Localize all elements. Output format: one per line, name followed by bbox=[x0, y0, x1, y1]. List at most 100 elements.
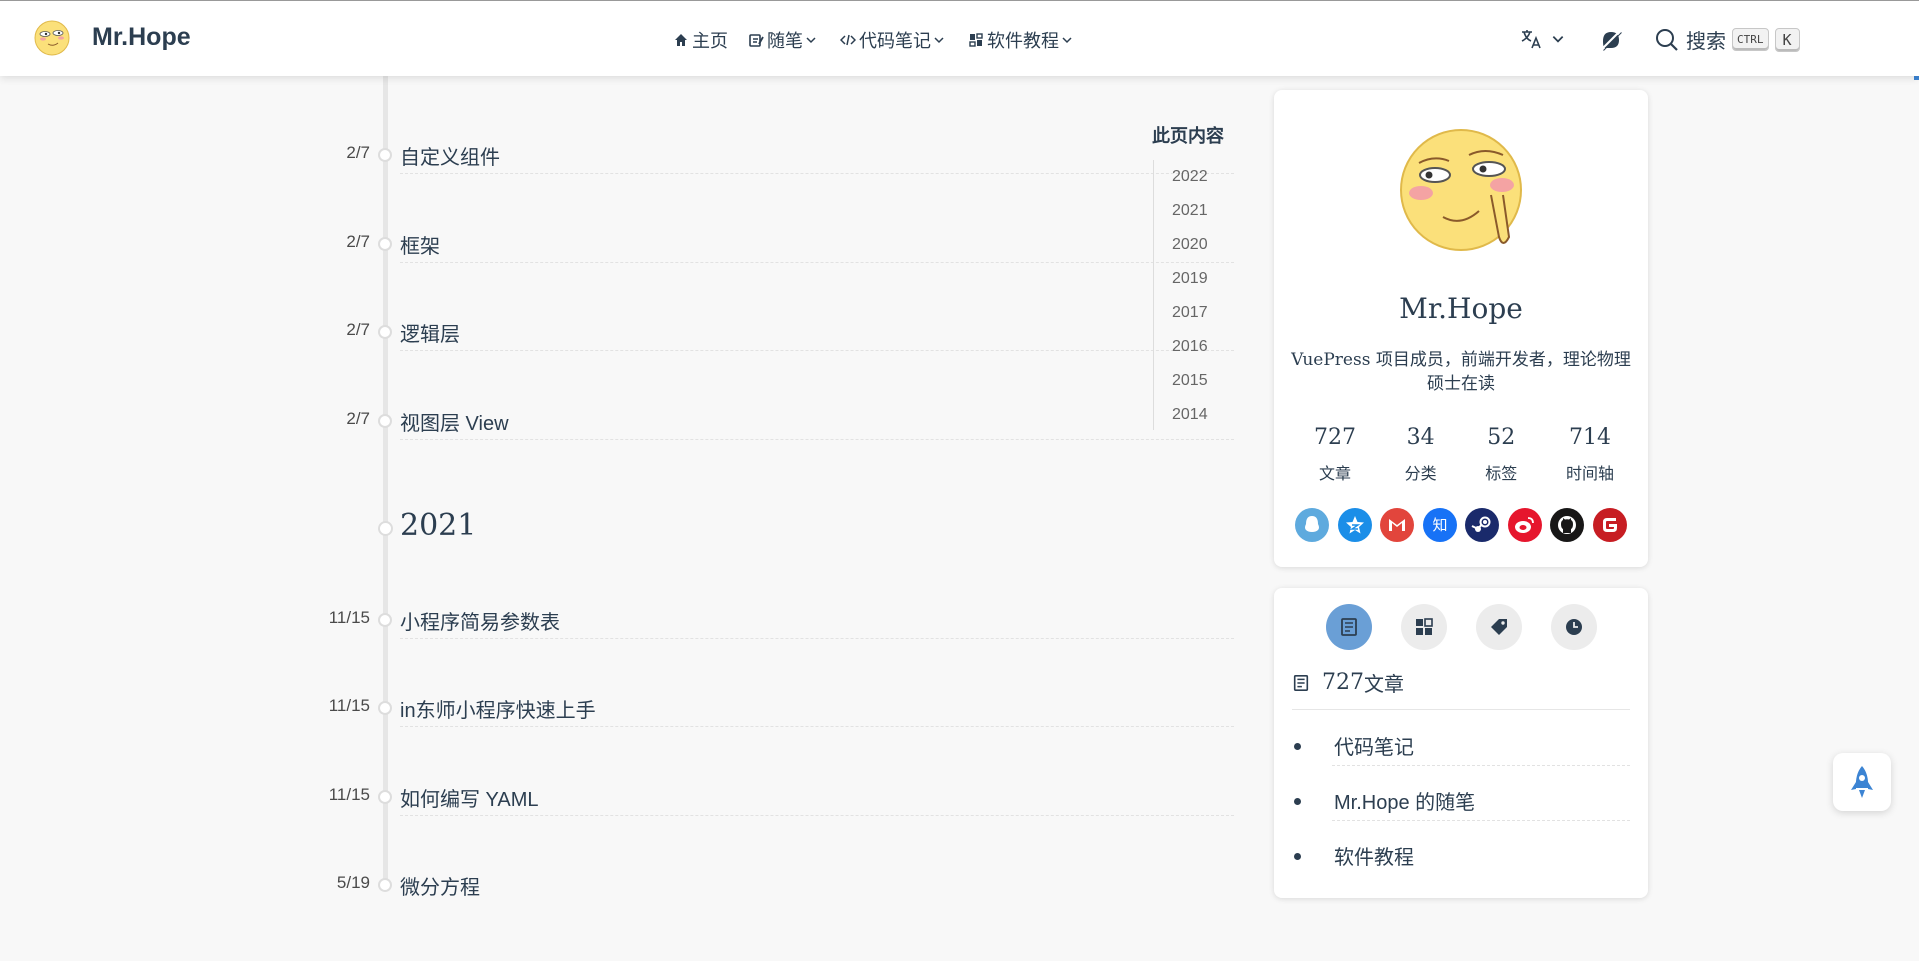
toc-item-2015[interactable]: 2015 bbox=[1172, 364, 1208, 398]
tab-articles[interactable] bbox=[1326, 604, 1372, 650]
timeline-title[interactable]: 框架 bbox=[400, 230, 440, 259]
toc-item-2019[interactable]: 2019 bbox=[1172, 262, 1208, 296]
list-item[interactable]: 代码笔记 bbox=[1290, 731, 1630, 786]
nav-home[interactable]: 主页 bbox=[673, 27, 728, 53]
list-item-label[interactable]: 代码笔记 bbox=[1334, 731, 1414, 760]
search-label: 搜索 bbox=[1686, 31, 1726, 53]
stat-number: 727 bbox=[1314, 425, 1356, 450]
profile-card: Mr.Hope VuePress 项目成员，前端开发者，理论物理硕士在读 727… bbox=[1274, 90, 1648, 567]
qzone-icon[interactable] bbox=[1337, 508, 1372, 542]
nav-essay[interactable]: 随笔 bbox=[748, 27, 820, 53]
bullet bbox=[1294, 798, 1301, 805]
timeline-dot bbox=[378, 613, 392, 627]
divider bbox=[400, 815, 1234, 816]
social-links: 知 bbox=[1295, 508, 1635, 542]
toc-item-2022[interactable]: 2022 bbox=[1172, 160, 1208, 194]
timeline-date: 2/7 bbox=[346, 320, 370, 339]
list-item[interactable]: Mr.Hope 的随笔 bbox=[1290, 786, 1630, 841]
timeline-dot bbox=[378, 148, 392, 162]
gmail-icon[interactable] bbox=[1380, 508, 1414, 542]
timeline-date: 11/15 bbox=[328, 696, 370, 715]
timeline-date: 11/15 bbox=[328, 785, 370, 804]
stat-label: 标签 bbox=[1485, 466, 1518, 483]
timeline-title[interactable]: 小程序简易参数表 bbox=[400, 606, 560, 635]
timeline-item[interactable]: 11/15 小程序简易参数表 bbox=[300, 608, 1234, 696]
timeline-item[interactable]: 5/19 微分方程 bbox=[300, 873, 1234, 961]
stat-articles[interactable]: 727 文章 bbox=[1314, 425, 1356, 484]
info-count: 727 bbox=[1322, 670, 1364, 695]
timeline-item[interactable]: 2/7 自定义组件 bbox=[300, 143, 1234, 231]
nav-software[interactable]: 软件教程 bbox=[968, 27, 1076, 53]
stat-timeline[interactable]: 714 时间轴 bbox=[1566, 425, 1614, 484]
divider bbox=[400, 262, 1234, 263]
timeline-item[interactable]: 2/7 视图层 View bbox=[300, 409, 1234, 497]
divider bbox=[1332, 765, 1630, 766]
stat-number: 714 bbox=[1568, 425, 1611, 450]
list-item-label[interactable]: 软件教程 bbox=[1334, 841, 1414, 870]
note-icon bbox=[749, 34, 764, 47]
qq-icon[interactable] bbox=[1295, 508, 1329, 542]
toc-item-2021[interactable]: 2021 bbox=[1172, 194, 1208, 228]
blog-info-card: 727 文章 代码笔记 Mr.Hope 的随笔 软件教程 bbox=[1274, 588, 1648, 898]
language-switcher[interactable] bbox=[1519, 27, 1565, 51]
toc-item-2020[interactable]: 2020 bbox=[1172, 228, 1208, 262]
nav-essay-label: 随笔 bbox=[767, 31, 803, 51]
timeline-item[interactable]: 11/15 如何编写 YAML bbox=[300, 785, 1234, 873]
avatar[interactable] bbox=[1399, 125, 1523, 255]
stat-tags[interactable]: 52 标签 bbox=[1485, 425, 1517, 484]
profile-description: VuePress 项目成员，前端开发者，理论物理硕士在读 bbox=[1291, 350, 1631, 394]
timeline-dot bbox=[378, 878, 392, 892]
timeline-item[interactable]: 2/7 逻辑层 bbox=[300, 320, 1234, 408]
toc-item-2016[interactable]: 2016 bbox=[1172, 330, 1208, 364]
profile-stats: 727 文章 34 分类 52 标签 714 时间轴 bbox=[1314, 425, 1614, 484]
tab-categories[interactable] bbox=[1401, 604, 1447, 650]
bullet bbox=[1294, 743, 1301, 750]
stat-label: 分类 bbox=[1404, 466, 1437, 483]
timeline-item[interactable]: 11/15 in东师小程序快速上手 bbox=[300, 696, 1234, 784]
theme-toggle[interactable] bbox=[1599, 29, 1623, 56]
list-item-label[interactable]: Mr.Hope 的随笔 bbox=[1334, 786, 1475, 815]
divider bbox=[400, 439, 1234, 440]
timeline-dot bbox=[378, 414, 392, 428]
stat-number: 34 bbox=[1406, 425, 1435, 450]
stat-categories[interactable]: 34 分类 bbox=[1405, 425, 1437, 484]
search-button[interactable]: 搜索 CTRL K bbox=[1654, 25, 1800, 54]
theme-icon bbox=[1601, 30, 1622, 51]
brand-logo-icon bbox=[34, 20, 70, 56]
toc-item-2017[interactable]: 2017 bbox=[1172, 296, 1208, 330]
timeline-item[interactable]: 2/7 框架 bbox=[300, 232, 1234, 320]
chevron-down-icon bbox=[806, 37, 816, 44]
timeline-title[interactable]: in东师小程序快速上手 bbox=[400, 694, 596, 723]
tab-timeline[interactable] bbox=[1551, 604, 1597, 650]
toc-title: 此页内容 bbox=[1152, 126, 1224, 146]
toc-item-2014[interactable]: 2014 bbox=[1172, 398, 1208, 432]
nav-code-notes[interactable]: 代码笔记 bbox=[840, 27, 948, 53]
timeline-title[interactable]: 视图层 View bbox=[400, 407, 509, 436]
zhihu-icon[interactable]: 知 bbox=[1422, 508, 1457, 542]
rocket-icon bbox=[1851, 766, 1873, 798]
category-list: 代码笔记 Mr.Hope 的随笔 软件教程 bbox=[1290, 731, 1630, 896]
kbd-k: K bbox=[1774, 27, 1800, 52]
timeline-title[interactable]: 自定义组件 bbox=[400, 141, 500, 170]
divider bbox=[400, 638, 1234, 639]
divider bbox=[1332, 820, 1630, 821]
stat-number: 52 bbox=[1487, 425, 1516, 450]
github-icon[interactable] bbox=[1550, 508, 1584, 542]
timeline-date: 2/7 bbox=[346, 232, 370, 251]
info-header: 727 文章 bbox=[1292, 668, 1630, 710]
nav-links: 主页 随笔 代码笔记 软件教程 bbox=[673, 27, 1096, 53]
stat-label: 时间轴 bbox=[1565, 466, 1614, 483]
nav-code-notes-label: 代码笔记 bbox=[859, 31, 931, 51]
timeline-title[interactable]: 微分方程 bbox=[400, 871, 480, 900]
timeline-title[interactable]: 如何编写 YAML bbox=[400, 783, 539, 812]
gitee-icon[interactable] bbox=[1592, 508, 1627, 542]
brand-name: Mr.Hope bbox=[92, 22, 191, 51]
divider bbox=[400, 173, 1234, 174]
year-dot bbox=[378, 521, 393, 536]
timeline-title[interactable]: 逻辑层 bbox=[400, 318, 460, 347]
steam-icon[interactable] bbox=[1465, 508, 1499, 542]
weibo-icon[interactable] bbox=[1507, 508, 1542, 542]
tab-tags[interactable] bbox=[1476, 604, 1522, 650]
back-to-top-button[interactable] bbox=[1833, 753, 1891, 811]
brand-link[interactable]: Mr.Hope bbox=[32, 17, 191, 57]
